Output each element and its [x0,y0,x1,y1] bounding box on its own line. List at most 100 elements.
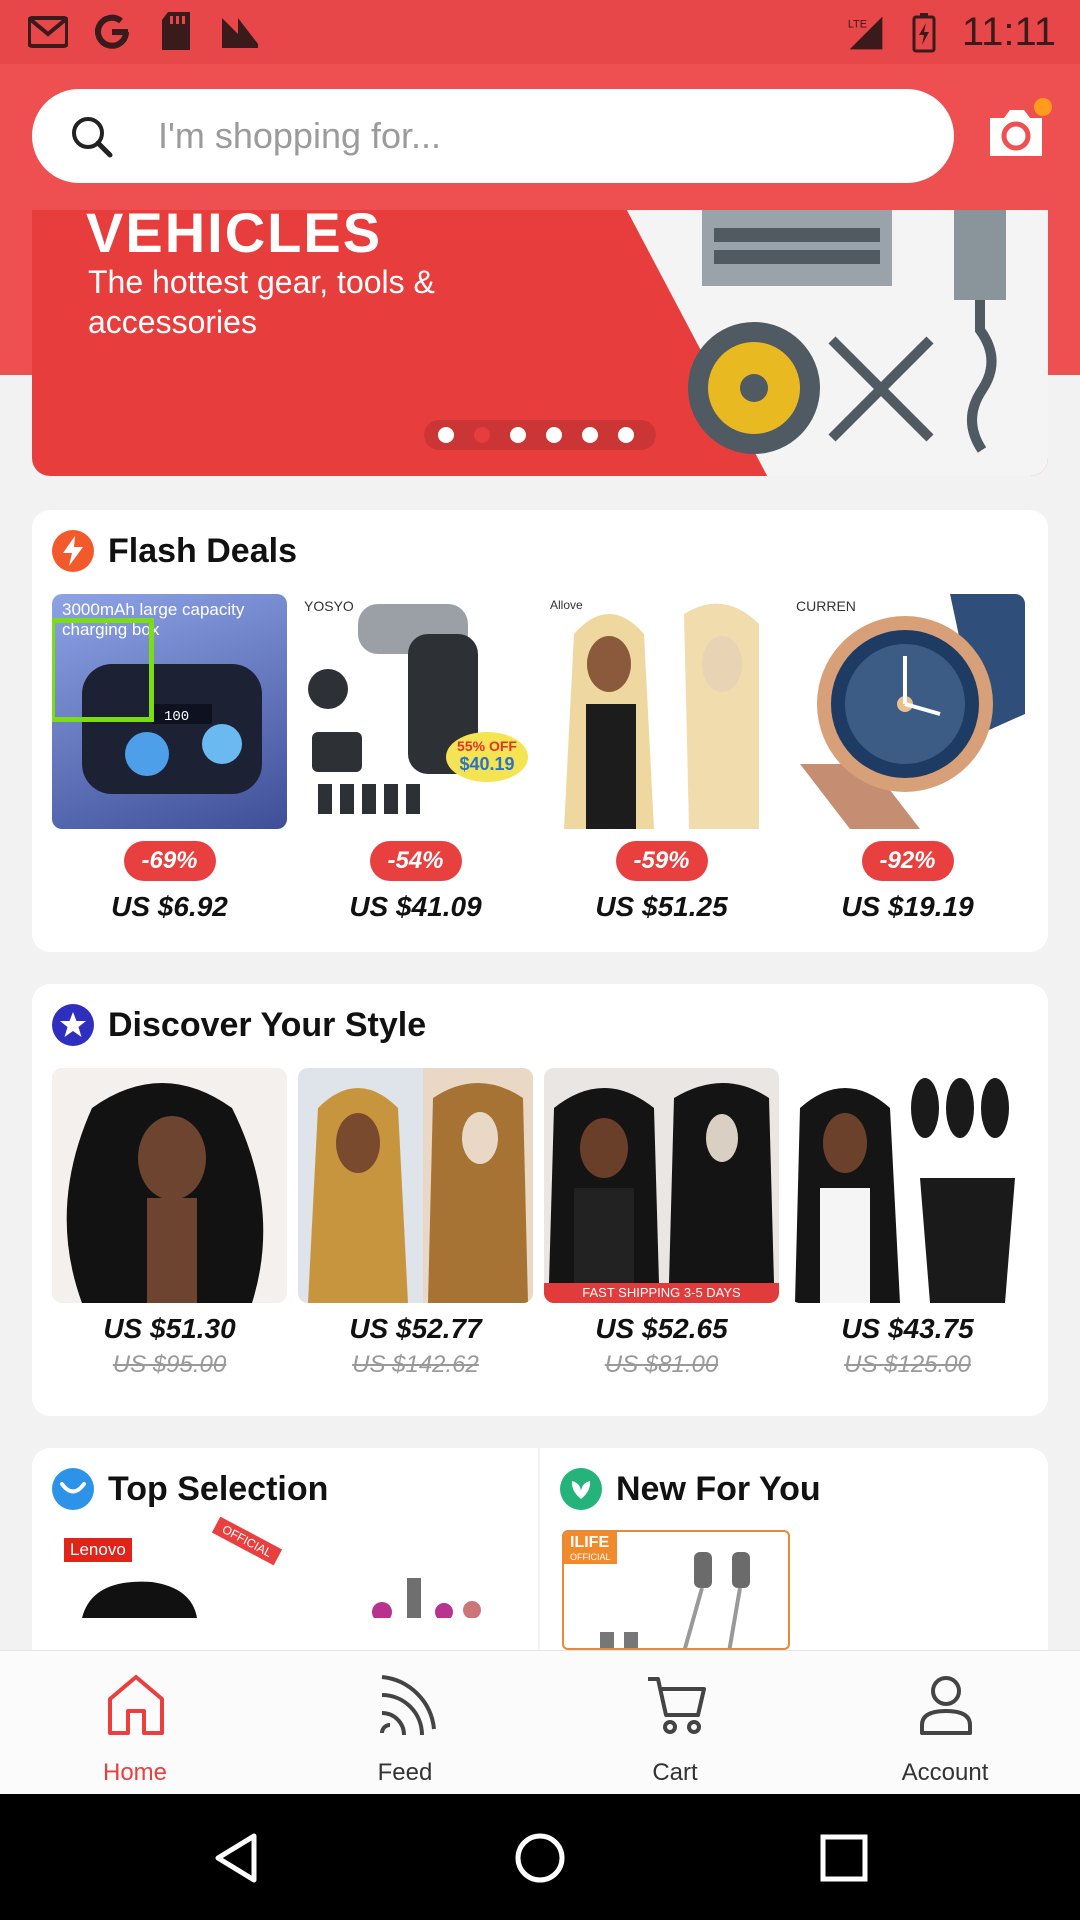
style-item[interactable]: US $43.75 US $125.00 [790,1068,1025,1379]
product-image: CURREN [790,594,1025,829]
promo-banner[interactable]: VEHICLES The hottest gear, tools & acces… [32,210,1048,476]
star-icon [52,1004,94,1046]
original-price: US $142.62 [352,1351,479,1378]
official-tag: OFFICIAL [211,1516,283,1566]
flash-deal-item[interactable]: 100 3000mAh large capacity charging box … [52,594,287,923]
google-icon [92,12,132,52]
content-scroll[interactable]: VEHICLES The hottest gear, tools & acces… [0,210,1080,1650]
nav-cart-label: Cart [652,1759,698,1786]
flash-deal-item[interactable]: YOSYO 55% OFF $40.19 -54% US $41.09 [298,594,533,923]
product-image: FAST SHIPPING 3-5 DAYS [544,1068,779,1303]
style-item[interactable]: US $52.77 US $142.62 [298,1068,533,1379]
product-image [298,1068,533,1303]
nav-home[interactable]: Home [0,1651,270,1795]
banner-title: VEHICLES [86,210,383,264]
discover-style-section[interactable]: Discover Your Style US $51.30 US $95.00 … [32,984,1048,1416]
discount-badge: -69% [123,841,216,881]
product-image: YOSYO 55% OFF $40.19 [298,594,533,829]
battery-icon [904,12,944,53]
touch-indicator [52,618,154,722]
bottom-navigation: Home Feed Cart Account [0,1650,1080,1794]
account-icon [920,1676,972,1735]
svg-text:LTE: LTE [848,18,867,30]
home-icon [108,1675,164,1735]
discount-badge: -54% [369,841,462,881]
product-image: 100 3000mAh large capacity charging box [52,594,287,829]
product-price: US $6.92 [111,891,228,922]
style-item[interactable]: US $51.30 US $95.00 [52,1068,287,1379]
recents-icon[interactable] [818,1832,870,1884]
pager-dot [582,427,598,443]
lenovo-logo: Lenovo [64,1538,132,1562]
nav-account-label: Account [901,1759,989,1786]
discount-badge: -59% [615,841,708,881]
nav-account[interactable]: Account [810,1651,1080,1795]
system-navigation-bar [0,1794,1080,1920]
top-selection-images [82,1578,481,1618]
banner-subtitle: The hottest gear, tools & accessories [88,264,435,340]
product-brand: CURREN [796,598,856,614]
cart-icon [648,1677,706,1734]
news-icon [220,12,260,52]
shipping-strip: FAST SHIPPING 3-5 DAYS [544,1283,779,1303]
search-bar[interactable] [32,89,954,183]
nav-home-label: Home [102,1759,168,1786]
flash-deal-item[interactable]: Allove -59% US $51.25 [544,594,779,923]
tools-illustration [688,210,1006,454]
product-price: US $19.19 [841,891,974,922]
product-image [52,1068,287,1303]
flash-deal-item[interactable]: CURREN -92% US $19.19 [790,594,1025,923]
new-product-image: ILIFE OFFICIAL [562,1530,790,1650]
pager-dot [438,427,454,443]
top-selection-title: Top Selection [108,1469,329,1508]
product-brand: YOSYO [304,598,354,614]
product-price: US $43.75 [841,1313,974,1344]
discount-badge: -92% [861,841,954,881]
nav-feed-label: Feed [377,1759,433,1786]
svg-text:100: 100 [164,709,189,725]
product-price: US $52.65 [595,1313,728,1344]
original-price: US $81.00 [604,1351,719,1378]
flash-deals-section[interactable]: Flash Deals 100 3000mAh large capacity c… [32,510,1048,952]
ilife-logo: ILIFE OFFICIAL [564,1532,617,1564]
status-time: 11:11 [961,10,1056,54]
product-price: US $41.09 [349,891,482,922]
notification-dot [1034,98,1052,116]
original-price: US $95.00 [112,1351,227,1378]
feed-icon [380,1675,436,1736]
leaf-icon [560,1468,602,1510]
product-image: Allove [544,594,779,829]
pager-dot-active [474,427,490,443]
sd-card-icon [156,12,196,52]
price-tag: 55% OFF $40.19 [446,732,528,782]
style-item[interactable]: FAST SHIPPING 3-5 DAYS US $52.65 US $81.… [544,1068,779,1379]
nav-cart[interactable]: Cart [540,1651,810,1795]
banner-pagination [424,420,656,450]
product-price: US $51.25 [595,891,728,922]
gmail-icon [28,12,68,52]
nav-feed[interactable]: Feed [270,1651,540,1795]
status-bar: LTE 11:11 [0,0,1080,64]
lte-signal-icon: LTE [846,13,886,53]
top-selection-section[interactable]: Top Selection Lenovo OFFICIAL [32,1448,538,1650]
pager-dot [618,427,634,443]
camera-button[interactable] [986,98,1052,164]
flash-deals-title: Flash Deals [108,531,297,570]
pager-dot [546,427,562,443]
pager-dot [510,427,526,443]
discover-style-title: Discover Your Style [108,1005,427,1044]
lightning-icon [52,530,94,572]
new-for-you-section[interactable]: New For You ILIFE OFFICIAL [540,1448,1048,1650]
home-circle-icon[interactable] [514,1832,566,1884]
search-input[interactable] [158,109,918,163]
new-for-you-title: New For You [616,1469,821,1508]
smile-icon [52,1468,94,1510]
search-icon [72,117,113,158]
product-brand: Allove [550,598,583,612]
product-price: US $52.77 [349,1313,482,1344]
product-image [790,1068,1025,1303]
product-price: US $51.30 [103,1313,236,1344]
original-price: US $125.00 [844,1351,971,1378]
header [0,64,1080,210]
back-icon[interactable] [210,1832,262,1884]
